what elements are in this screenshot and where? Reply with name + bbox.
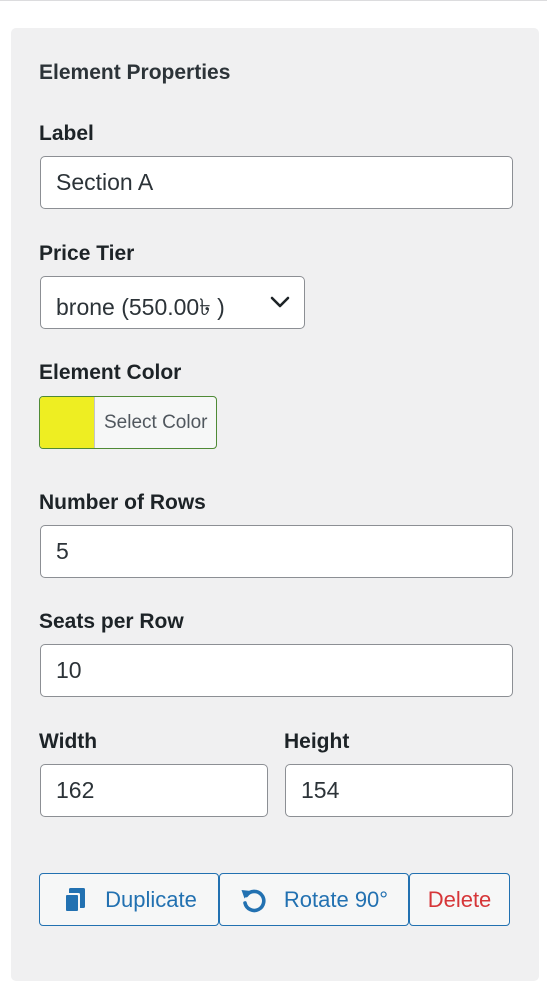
height-input[interactable] — [285, 764, 513, 817]
element-color-label: Element Color — [39, 361, 182, 384]
label-field-label: Label — [39, 122, 94, 145]
rotate-icon — [240, 886, 268, 914]
rows-field-label: Number of Rows — [39, 491, 206, 514]
label-input[interactable] — [40, 156, 513, 209]
width-input[interactable] — [40, 764, 268, 817]
color-swatch — [40, 397, 95, 448]
width-field-label: Width — [39, 730, 98, 753]
element-properties-panel: Element Properties Label Price Tier bron… — [11, 28, 539, 981]
select-color-button[interactable]: Select Color — [39, 396, 217, 449]
panel-title: Element Properties — [39, 61, 231, 84]
duplicate-label: Duplicate — [105, 886, 197, 912]
rotate-label: Rotate 90° — [283, 886, 389, 912]
price-tier-label: Price Tier — [39, 242, 135, 265]
top-divider — [0, 0, 547, 1]
delete-button[interactable]: Delete — [409, 873, 510, 926]
chevron-down-icon — [270, 296, 290, 308]
price-tier-select[interactable]: brone (550.00৳ ) — [40, 276, 305, 329]
copy-icon — [61, 886, 89, 914]
seats-input[interactable] — [40, 644, 513, 697]
select-color-text: Select Color — [104, 412, 208, 433]
rows-input[interactable] — [40, 525, 513, 578]
price-tier-selected-value: brone (550.00৳ ) — [56, 294, 225, 320]
delete-label: Delete — [427, 886, 492, 912]
seats-field-label: Seats per Row — [39, 610, 184, 633]
duplicate-button[interactable]: Duplicate — [39, 873, 219, 926]
rotate-button[interactable]: Rotate 90° — [219, 873, 409, 926]
height-field-label: Height — [284, 730, 350, 753]
